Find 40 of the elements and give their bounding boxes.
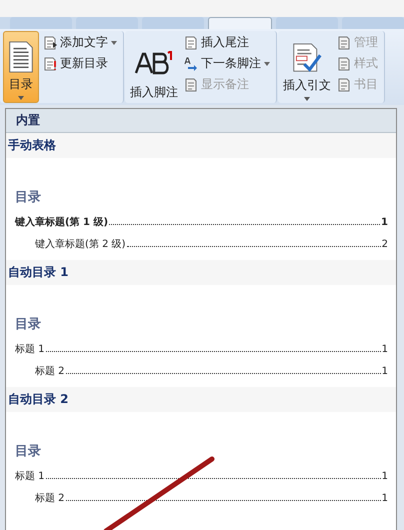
toc-entry: 标题 1 1: [15, 342, 388, 357]
ribbon-tab[interactable]: [142, 17, 204, 29]
ribbon-tab[interactable]: [342, 17, 404, 29]
menu-header: 内置: [6, 109, 396, 133]
ribbon-tab[interactable]: [208, 17, 272, 29]
document-icon: [43, 56, 57, 70]
document-icon: [337, 56, 351, 70]
ribbon-button[interactable]: 下一条脚注: [182, 54, 272, 73]
document-icon: [6, 41, 36, 73]
ribbon-button[interactable]: 更新目录: [41, 54, 119, 73]
gallery-title: 自动目录 2: [6, 387, 396, 412]
gallery-title: 自动目录 1: [6, 260, 396, 285]
ribbon-button[interactable]: 插入尾注: [182, 33, 272, 52]
ribbon-button[interactable]: 目录: [3, 31, 39, 103]
ribbon-button[interactable]: 插入引文: [281, 31, 333, 103]
toc-entry: 键入章标题(第 2 级) 2: [34, 238, 388, 252]
footnote-arrow-icon: [184, 56, 198, 70]
document-icon: [337, 36, 351, 50]
ribbon-tab[interactable]: [276, 17, 338, 29]
toc-title: 目录: [15, 443, 42, 460]
gallery-item[interactable]: 手动表格 目录 键入章标题(第 1 级) 1 键入章标题(第 2 级) 2: [6, 133, 396, 260]
ribbon-tab[interactable]: [10, 17, 72, 29]
document-icon: [337, 78, 351, 92]
gallery-item[interactable]: 自动目录 1 目录 标题 1 1 标题 2 1: [6, 260, 396, 387]
toc-title: 目录: [15, 316, 42, 333]
ribbon-button[interactable]: 添加文字: [41, 33, 119, 52]
toc-entry: 标题 2 1: [34, 492, 388, 506]
document-icon: [184, 36, 198, 50]
document-icon: [43, 36, 57, 50]
toc-entry: 标题 1 1: [15, 470, 388, 484]
ribbon-button[interactable]: 插入脚注: [128, 31, 180, 103]
ribbon-tab[interactable]: [76, 17, 138, 29]
gallery-item[interactable]: 自动目录 2 目录 标题 1 1 标题 2 1: [6, 387, 396, 514]
gallery-title: 手动表格: [6, 133, 396, 158]
document-check-icon: [292, 42, 322, 74]
toc-entry: 键入章标题(第 1 级) 1: [15, 215, 388, 230]
footnote-icon: [134, 51, 174, 75]
toc-entry: 标题 2 1: [34, 364, 388, 379]
document-icon: [184, 78, 198, 92]
toc-title: 目录: [15, 189, 42, 206]
